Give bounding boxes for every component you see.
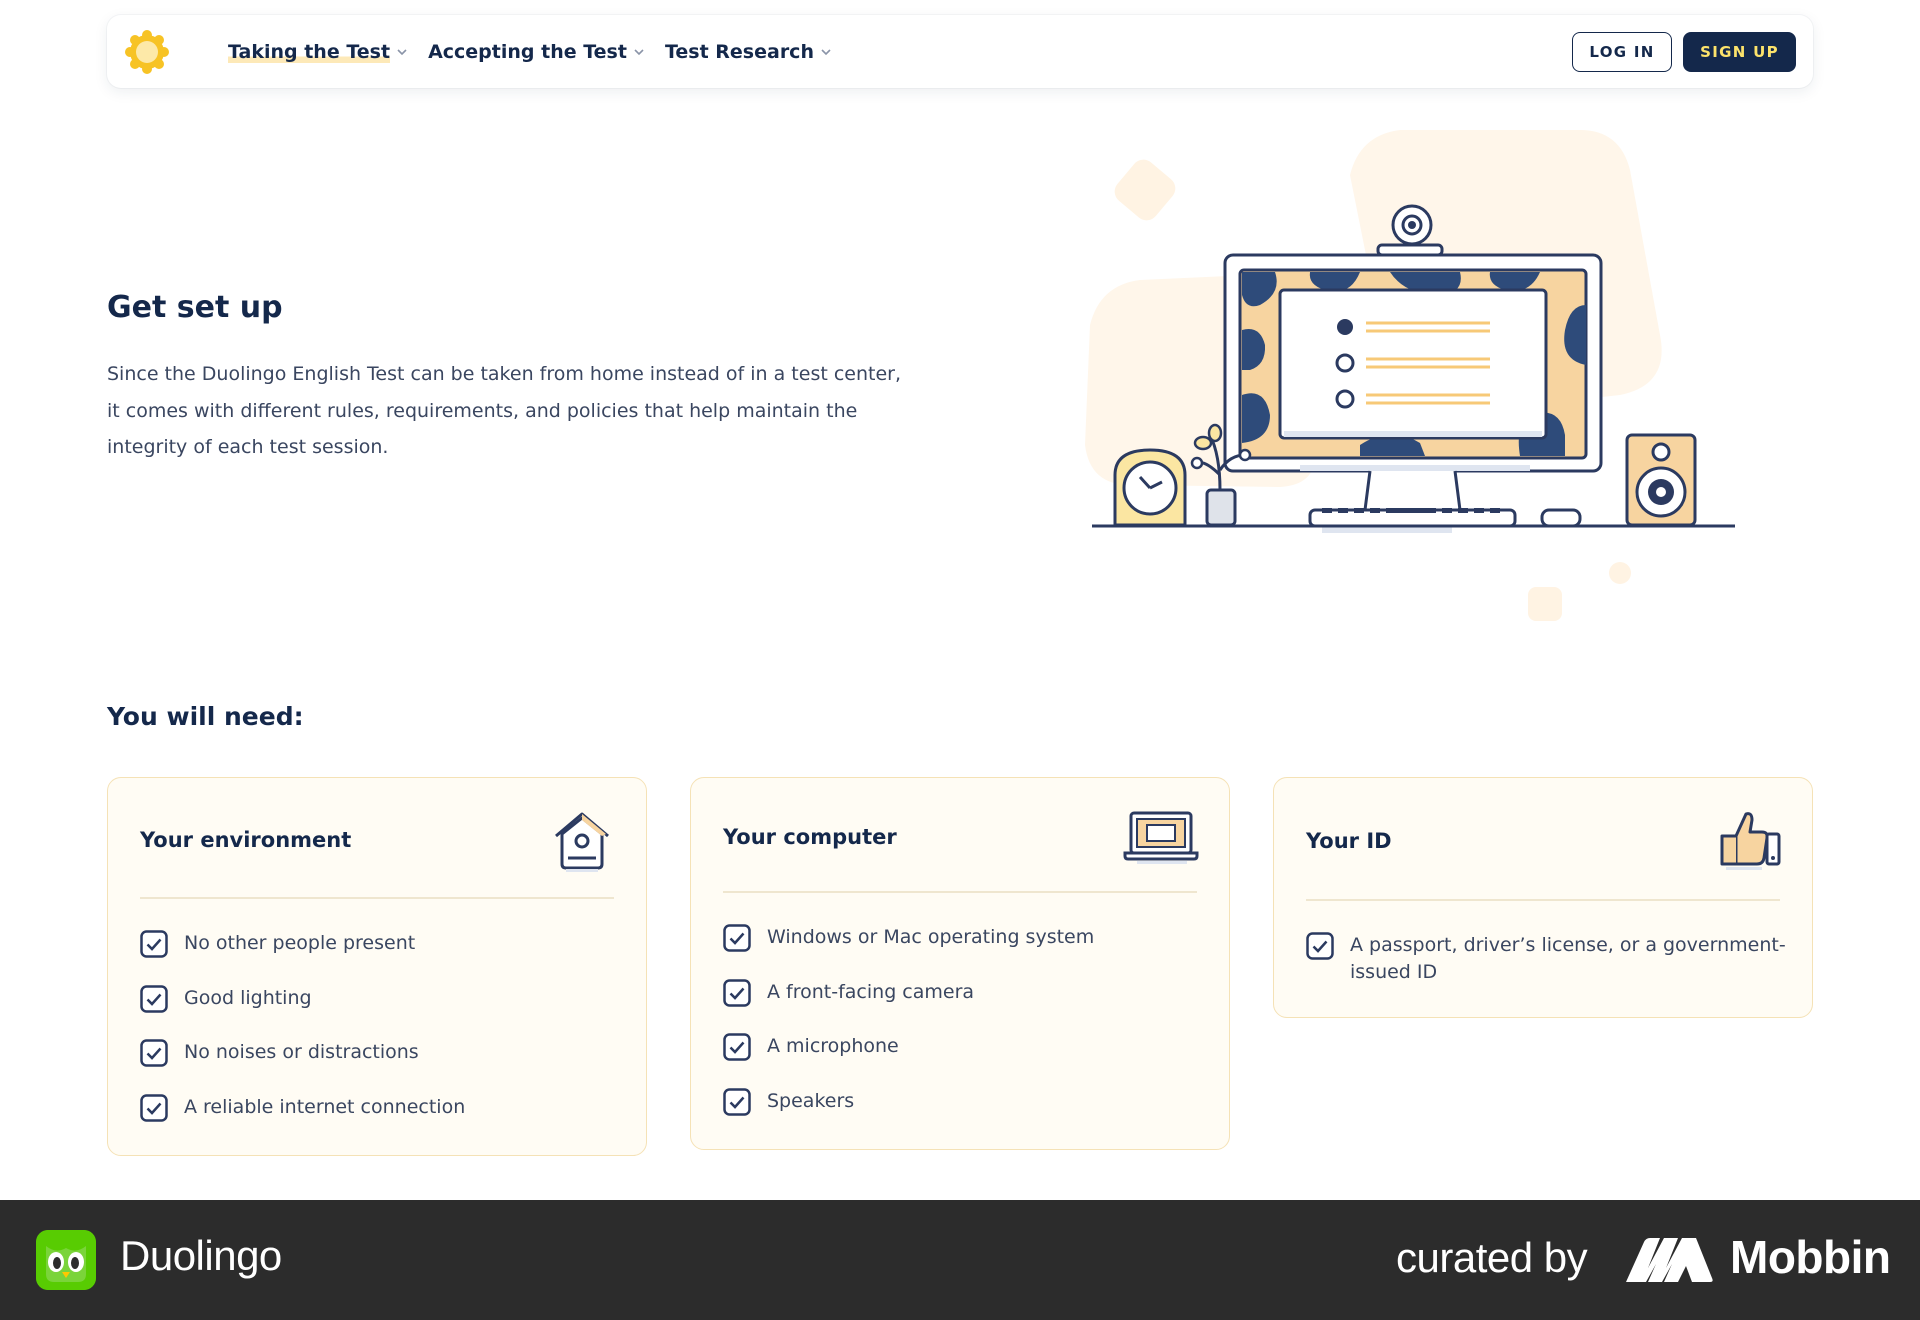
checkbox-checked-icon — [723, 924, 751, 952]
laptop-icon — [1123, 811, 1199, 864]
birdhouse-icon — [555, 812, 609, 872]
mobbin-logo-icon — [1626, 1238, 1713, 1282]
list-item-text: Windows or Mac operating system — [767, 926, 1095, 948]
duolingo-owl-icon — [36, 1230, 96, 1290]
card-title: Your ID — [1306, 829, 1392, 853]
det-logo-icon[interactable] — [123, 28, 171, 76]
signup-button[interactable]: SIGN UP — [1683, 32, 1796, 72]
checkbox-checked-icon — [140, 930, 168, 958]
chevron-down-icon — [821, 48, 831, 55]
nav-test-research[interactable]: Test Research — [665, 41, 832, 63]
app-name: Duolingo — [120, 1232, 282, 1279]
intro-paragraph: Since the Duolingo English Test can be t… — [107, 363, 902, 458]
card-divider — [1306, 899, 1780, 901]
main-menu: Taking the Test Accepting the Test Test … — [228, 15, 832, 88]
nav-taking-the-test[interactable]: Taking the Test — [228, 40, 408, 63]
id-checklist: A passport, driver’s license, or a gover… — [1306, 932, 1792, 986]
checkbox-checked-icon — [1306, 932, 1334, 960]
list-item-text: Speakers — [767, 1089, 855, 1112]
environment-checklist: No other people present Good lighting No… — [140, 930, 626, 1122]
computer-card: Your computer Windows or Mac operating s… — [690, 777, 1230, 1150]
list-item: A microphone — [723, 1033, 1209, 1061]
list-item-text: No noises or distractions — [184, 1041, 419, 1063]
nav-accepting-the-test-label: Accepting the Test — [428, 40, 627, 63]
list-item: Speakers — [723, 1087, 1209, 1116]
nav-test-research-label: Test Research — [664, 40, 814, 63]
page-title: Get set up — [107, 290, 283, 325]
desk-computer-illustration — [1085, 130, 1735, 621]
list-item: No other people present — [140, 930, 626, 958]
id-card: Your ID A passport, driver’s license, or… — [1273, 777, 1813, 1018]
chevron-down-icon — [397, 48, 407, 55]
card-title: Your computer — [723, 825, 897, 849]
checkbox-checked-icon — [140, 984, 168, 1013]
checkbox-checked-icon — [723, 978, 751, 1007]
card-divider — [140, 897, 614, 899]
login-button[interactable]: LOG IN — [1572, 32, 1672, 72]
list-item-text: A reliable internet connection — [184, 1095, 466, 1118]
nav-accepting-the-test[interactable]: Accepting the Test — [428, 41, 645, 63]
checkbox-checked-icon — [140, 1093, 168, 1122]
computer-checklist: Windows or Mac operating system A front-… — [723, 924, 1209, 1116]
list-item-text: A front-facing camera — [767, 980, 975, 1003]
list-item-text: A microphone — [767, 1035, 899, 1057]
list-item-text: No other people present — [184, 932, 416, 954]
thumbs-up-icon — [1720, 812, 1781, 870]
list-item-text: A passport, driver’s license, or a gover… — [1350, 934, 1786, 983]
footer-bar: Duolingo curated by Mobbin — [0, 1200, 1920, 1320]
nav-taking-the-test-label: Taking the Test — [228, 40, 391, 63]
environment-card: Your environment No other people present… — [107, 777, 647, 1156]
list-item: No noises or distractions — [140, 1039, 626, 1067]
list-item: A passport, driver’s license, or a gover… — [1306, 932, 1792, 986]
list-item: Windows or Mac operating system — [723, 924, 1209, 952]
top-navigation: Taking the Test Accepting the Test Test … — [107, 15, 1813, 88]
chevron-down-icon — [634, 48, 644, 55]
card-divider — [723, 891, 1197, 893]
list-item-text: Good lighting — [184, 986, 312, 1009]
requirements-heading: You will need: — [107, 702, 304, 731]
checkbox-checked-icon — [723, 1087, 751, 1116]
checkbox-checked-icon — [723, 1033, 751, 1061]
list-item: A reliable internet connection — [140, 1093, 626, 1122]
checkbox-checked-icon — [140, 1039, 168, 1067]
curated-by-label: curated by — [1396, 1234, 1588, 1281]
list-item: A front-facing camera — [723, 978, 1209, 1007]
mobbin-brand: Mobbin — [1730, 1231, 1891, 1283]
card-title: Your environment — [140, 828, 352, 852]
list-item: Good lighting — [140, 984, 626, 1013]
